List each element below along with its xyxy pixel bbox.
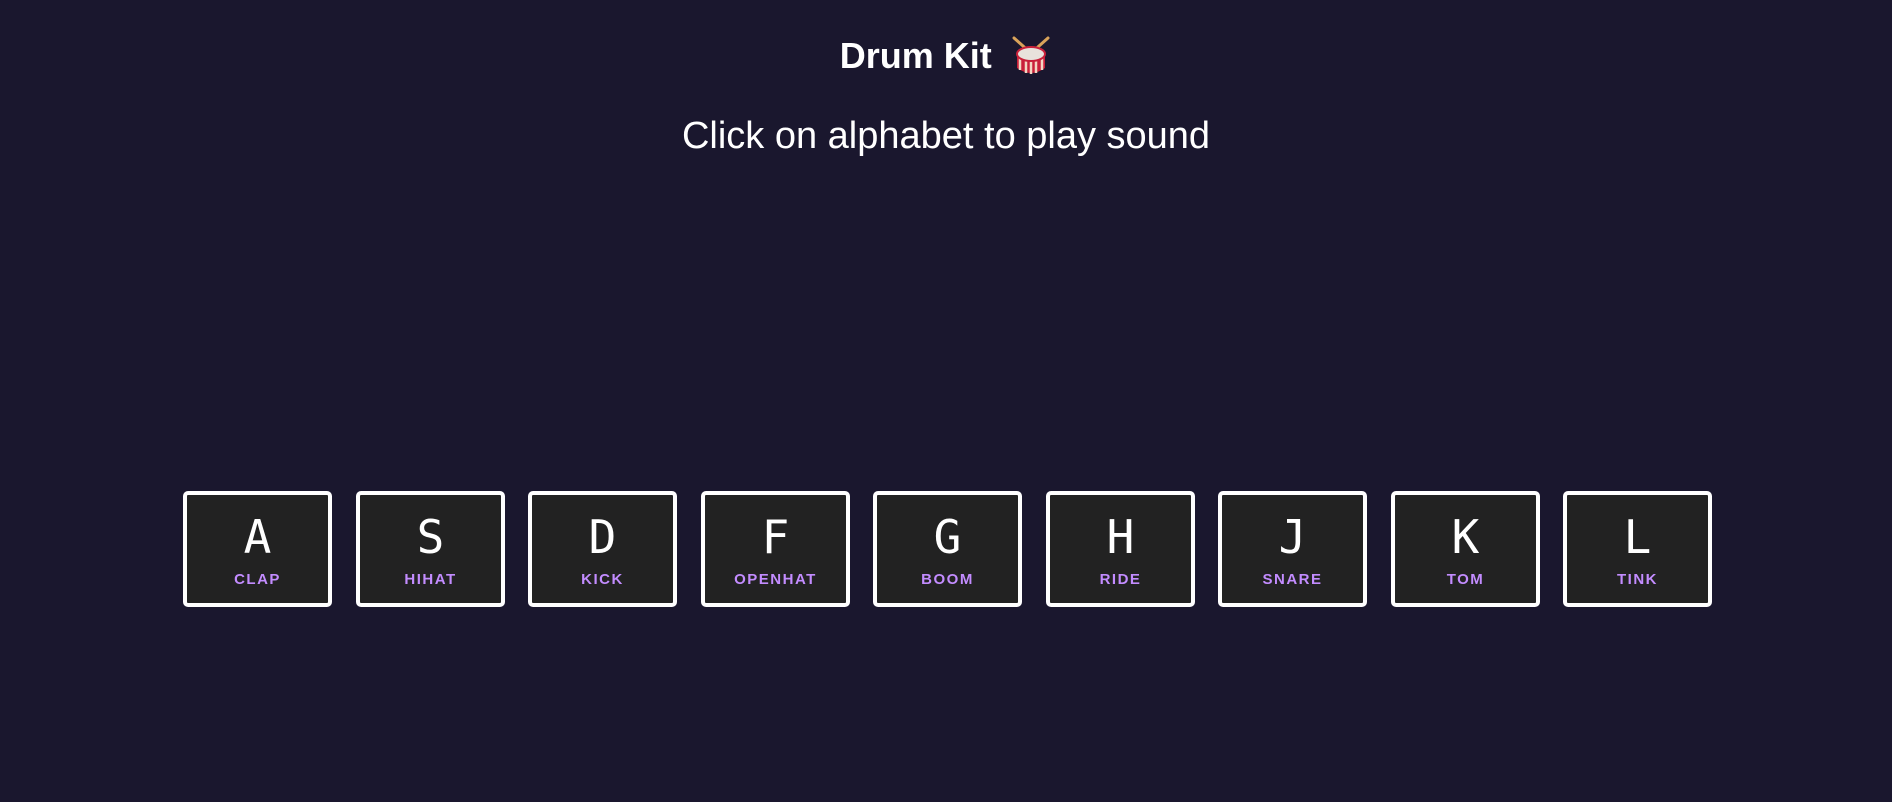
sound-label: KICK xyxy=(581,571,624,588)
sound-label: HIHAT xyxy=(404,571,457,588)
drum-key-j[interactable]: J SNARE xyxy=(1218,491,1367,607)
drum-key-g[interactable]: G BOOM xyxy=(873,491,1022,607)
key-letter: D xyxy=(588,510,617,564)
key-letter: F xyxy=(761,510,790,564)
page-title: Drum Kit xyxy=(839,35,992,76)
sound-label: TINK xyxy=(1617,571,1658,588)
sound-label: RIDE xyxy=(1099,571,1142,588)
key-letter: S xyxy=(416,510,445,564)
drum-key-l[interactable]: L TINK xyxy=(1563,491,1712,607)
key-letter: K xyxy=(1451,510,1480,564)
drum-key-f[interactable]: F OPENHAT xyxy=(701,491,850,607)
key-letter: G xyxy=(933,510,962,564)
drum-key-d[interactable]: D KICK xyxy=(528,491,677,607)
key-letter: L xyxy=(1623,510,1652,564)
sound-label: BOOM xyxy=(921,571,974,588)
sound-label: OPENHAT xyxy=(734,571,817,588)
page-header: Drum Kit xyxy=(0,30,1892,82)
key-letter: H xyxy=(1106,510,1135,564)
key-letter: A xyxy=(243,510,272,564)
drum-key-k[interactable]: K TOM xyxy=(1391,491,1540,607)
drum-key-s[interactable]: S HIHAT xyxy=(356,491,505,607)
drum-key-h[interactable]: H RIDE xyxy=(1046,491,1195,607)
sound-label: TOM xyxy=(1446,571,1485,588)
page-subtitle: Click on alphabet to play sound xyxy=(681,115,1211,157)
drum-key-a[interactable]: A CLAP xyxy=(183,491,332,607)
sound-label: SNARE xyxy=(1262,571,1323,588)
key-letter: J xyxy=(1278,510,1307,564)
drum-kit-page: Drum Kit Click on alphabet to play sound… xyxy=(0,0,1892,802)
drum-icon xyxy=(1010,34,1052,78)
drum-keys: A CLAP S HIHAT D KICK F OPENHAT G BOOM H… xyxy=(183,491,1713,607)
sound-label: CLAP xyxy=(234,571,281,588)
